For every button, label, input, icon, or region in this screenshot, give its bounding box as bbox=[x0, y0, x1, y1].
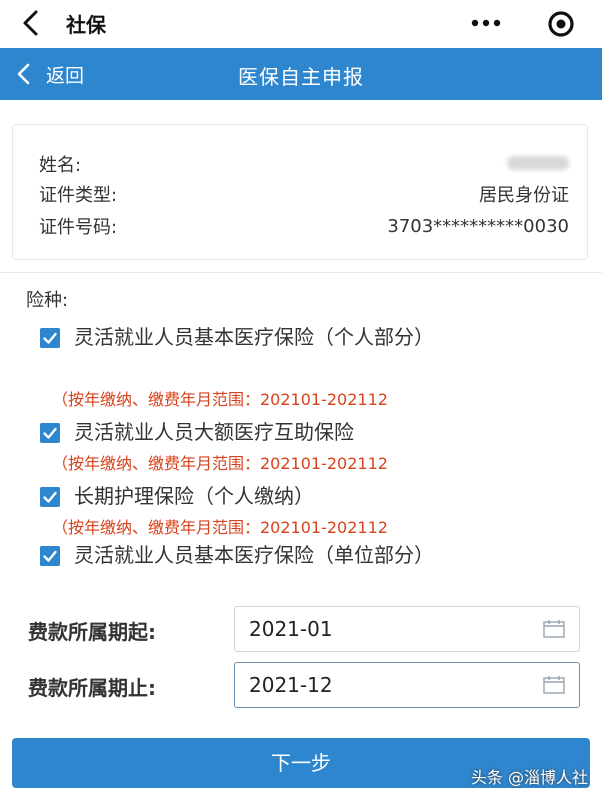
page-title: 医保自主申报 bbox=[238, 65, 364, 89]
id-type-value: 居民身份证 bbox=[479, 185, 569, 206]
calendar-icon[interactable] bbox=[543, 620, 565, 638]
id-number-value: 3703**********0030 bbox=[387, 215, 569, 237]
insurance-item-label: 灵活就业人员基本医疗保险（个人部分） bbox=[74, 325, 434, 349]
insurance-item-note: （按年缴纳、缴费年月范围：202101-202112 bbox=[52, 454, 388, 473]
period-start-label: 费款所属期起: bbox=[28, 620, 156, 644]
wechat-title: 社保 bbox=[66, 13, 106, 37]
more-dots-icon[interactable] bbox=[468, 9, 504, 37]
id-type-label: 证件类型: bbox=[39, 185, 118, 206]
period-end-value: 2021-12 bbox=[249, 673, 333, 697]
insurance-item-label: 长期护理保险（个人缴纳） bbox=[74, 484, 314, 508]
period-start-input[interactable]: 2021-01 bbox=[234, 606, 580, 652]
id-number-label: 证件号码: bbox=[39, 217, 118, 238]
checkbox-checked-icon[interactable] bbox=[40, 487, 60, 507]
info-row-id-number: 证件号码: 3703**********0030 bbox=[39, 211, 569, 241]
watermark: 头条 @淄博人社 bbox=[470, 768, 588, 787]
period-end-input[interactable]: 2021-12 bbox=[234, 662, 580, 708]
period-end-label: 费款所属期止: bbox=[28, 676, 156, 700]
period-start-value: 2021-01 bbox=[249, 617, 333, 641]
calendar-icon[interactable] bbox=[543, 676, 565, 694]
wechat-top-bar: 社保 bbox=[0, 0, 602, 48]
back-arrow-icon[interactable] bbox=[16, 8, 46, 38]
checkbox-checked-icon[interactable] bbox=[40, 328, 60, 348]
info-row-name: 姓名: bbox=[39, 149, 569, 179]
name-label: 姓名: bbox=[39, 155, 82, 176]
page-header: 返回 医保自主申报 bbox=[0, 48, 602, 100]
insurance-item-note: （按年缴纳、缴费年月范围：202101-202112 bbox=[52, 518, 388, 537]
personal-info-card: 姓名: 证件类型: 居民身份证 证件号码: 3703**********0030 bbox=[12, 124, 588, 260]
insurance-item-note: （按年缴纳、缴费年月范围：202101-202112 bbox=[52, 390, 388, 409]
mini-program-close-icon[interactable] bbox=[545, 8, 577, 40]
section-divider bbox=[0, 272, 602, 273]
insurance-item-label: 灵活就业人员基本医疗保险（单位部分） bbox=[74, 543, 434, 567]
info-row-id-type: 证件类型: 居民身份证 bbox=[39, 179, 569, 209]
name-value-redacted bbox=[507, 154, 569, 175]
insurance-type-label: 险种: bbox=[26, 290, 69, 311]
checkbox-checked-icon[interactable] bbox=[40, 546, 60, 566]
insurance-item-label: 灵活就业人员大额医疗互助保险 bbox=[74, 420, 354, 444]
checkbox-checked-icon[interactable] bbox=[40, 423, 60, 443]
